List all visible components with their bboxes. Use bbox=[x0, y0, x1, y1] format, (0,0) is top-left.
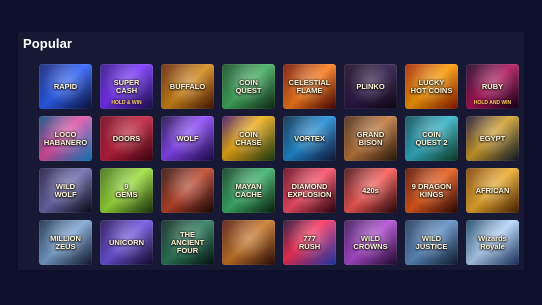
game-tile[interactable]: DIAMOND EXPLOSION bbox=[283, 168, 336, 213]
game-tile[interactable]: EGYPT bbox=[466, 116, 519, 161]
game-title: 420s bbox=[362, 185, 379, 195]
game-tile[interactable]: MILLION ZEUS bbox=[39, 220, 92, 265]
game-title: MAYAN CACHE bbox=[235, 181, 262, 199]
game-tile[interactable]: COIN QUEST bbox=[222, 64, 275, 109]
game-tile[interactable]: WILD CROWNS bbox=[344, 220, 397, 265]
game-title: Wizards Royale bbox=[478, 233, 507, 251]
game-tile[interactable]: GRAND BISON bbox=[344, 116, 397, 161]
game-tile[interactable]: Wizards Royale bbox=[466, 220, 519, 265]
game-subtitle: HOLD AND WIN bbox=[473, 100, 512, 106]
game-title: PLINKO bbox=[356, 81, 385, 91]
game-title: RAPID bbox=[53, 81, 78, 91]
game-title: DIAMOND EXPLOSION bbox=[287, 181, 332, 199]
game-tile[interactable]: WILD JUSTICE bbox=[405, 220, 458, 265]
game-title: CELESTIAL FLAME bbox=[288, 77, 331, 95]
game-tile[interactable]: DOORS bbox=[100, 116, 153, 161]
game-tile[interactable]: CELESTIAL FLAME bbox=[283, 64, 336, 109]
game-title: WILD CROWNS bbox=[353, 233, 388, 251]
game-title: WILD JUSTICE bbox=[415, 233, 448, 251]
game-tile[interactable]: COIN CHASE bbox=[222, 116, 275, 161]
game-tile[interactable]: VORTEX bbox=[283, 116, 336, 161]
game-tile[interactable]: 9 GEMS bbox=[100, 168, 153, 213]
game-tile[interactable]: LUCKY HOT COINS bbox=[405, 64, 458, 109]
game-tile[interactable]: SUPER CASH HOLD & WIN bbox=[100, 64, 153, 109]
game-title: BUFFALO bbox=[169, 81, 206, 91]
game-tile[interactable]: PLINKO bbox=[344, 64, 397, 109]
popular-section: Popular RAPID SUPER CASH HOLD & WIN BUFFALO… bbox=[18, 32, 524, 270]
game-subtitle: HOLD & WIN bbox=[111, 100, 142, 106]
game-tile[interactable]: RUBY HOLD AND WIN bbox=[466, 64, 519, 109]
game-title: EGYPT bbox=[479, 133, 506, 143]
game-title: RUBY bbox=[481, 81, 504, 91]
game-title: GRAND BISON bbox=[356, 129, 385, 147]
game-title: 9 GEMS bbox=[115, 181, 138, 199]
games-grid: RAPID SUPER CASH HOLD & WIN BUFFALO COIN QUE… bbox=[39, 64, 519, 265]
game-title: LOCO HABANERO bbox=[43, 129, 88, 147]
game-tile[interactable]: 9 DRAGON KINGS bbox=[405, 168, 458, 213]
game-title: WILD WOLF bbox=[54, 181, 77, 199]
section-title: Popular bbox=[23, 36, 73, 51]
game-tile[interactable]: WOLF bbox=[161, 116, 214, 161]
game-title: 9 DRAGON KINGS bbox=[411, 181, 452, 199]
game-title: SUPER CASH bbox=[113, 77, 140, 95]
game-tile[interactable]: THE ANCIENT FOUR bbox=[161, 220, 214, 265]
game-title: THE ANCIENT FOUR bbox=[170, 229, 205, 255]
game-tile[interactable]: COIN QUEST 2 bbox=[405, 116, 458, 161]
game-title: VORTEX bbox=[294, 133, 325, 143]
game-tile[interactable]: UNICORN bbox=[100, 220, 153, 265]
game-tile[interactable]: 420s bbox=[344, 168, 397, 213]
game-tile[interactable]: MAYAN CACHE bbox=[222, 168, 275, 213]
game-tile[interactable] bbox=[222, 220, 275, 265]
game-title: WOLF bbox=[176, 133, 199, 143]
game-title: MILLION ZEUS bbox=[50, 233, 81, 251]
game-tile[interactable] bbox=[161, 168, 214, 213]
game-tile[interactable]: AFRICAN bbox=[466, 168, 519, 213]
game-title: COIN CHASE bbox=[235, 129, 262, 147]
game-title: COIN QUEST bbox=[235, 77, 262, 95]
game-title: COIN QUEST 2 bbox=[415, 129, 448, 147]
game-title: AFRICAN bbox=[475, 185, 510, 195]
game-tile[interactable]: 777 RUSH bbox=[283, 220, 336, 265]
game-tile[interactable]: LOCO HABANERO bbox=[39, 116, 92, 161]
game-title: UNICORN bbox=[109, 237, 144, 247]
game-title: DOORS bbox=[112, 133, 141, 143]
game-title: LUCKY HOT COINS bbox=[410, 77, 453, 95]
game-tile[interactable]: RAPID bbox=[39, 64, 92, 109]
game-title: 777 RUSH bbox=[298, 233, 321, 251]
game-tile[interactable]: BUFFALO bbox=[161, 64, 214, 109]
game-tile[interactable]: WILD WOLF bbox=[39, 168, 92, 213]
